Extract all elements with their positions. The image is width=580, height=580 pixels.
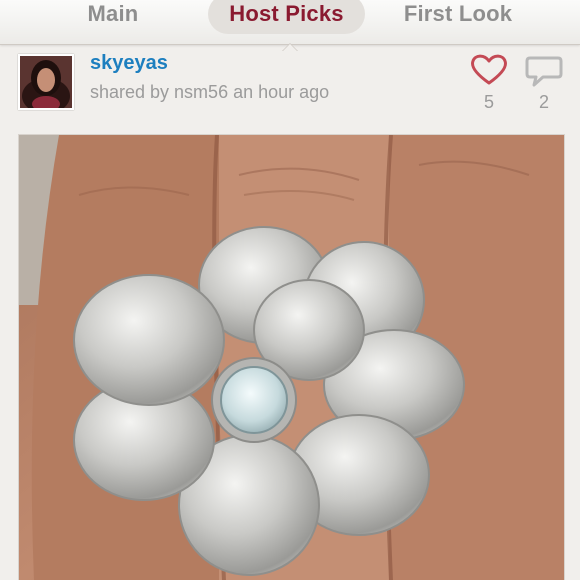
shared-by-text: shared by nsm56 an hour ago <box>90 82 330 102</box>
tab-first-look[interactable]: First Look <box>394 0 522 34</box>
flower-ring-image <box>19 135 564 580</box>
like-button[interactable] <box>469 52 509 86</box>
tab-host-picks[interactable]: Host Picks <box>208 0 365 34</box>
top-tab-bar: Main Host Picks First Look <box>0 0 580 51</box>
avatar[interactable] <box>18 54 74 110</box>
tab-main[interactable]: Main <box>68 0 158 34</box>
active-tab-pointer <box>282 43 298 51</box>
comment-count: 2 <box>538 92 549 112</box>
app-screen: Main Host Picks First Look skyeyas share… <box>0 0 580 580</box>
username-link[interactable]: skyeyas <box>90 52 168 75</box>
heart-outline-icon <box>471 54 507 85</box>
comment-button[interactable] <box>524 54 564 88</box>
like-count: 5 <box>483 92 494 112</box>
listing-photo[interactable] <box>18 134 565 580</box>
speech-bubble-icon <box>525 56 563 87</box>
